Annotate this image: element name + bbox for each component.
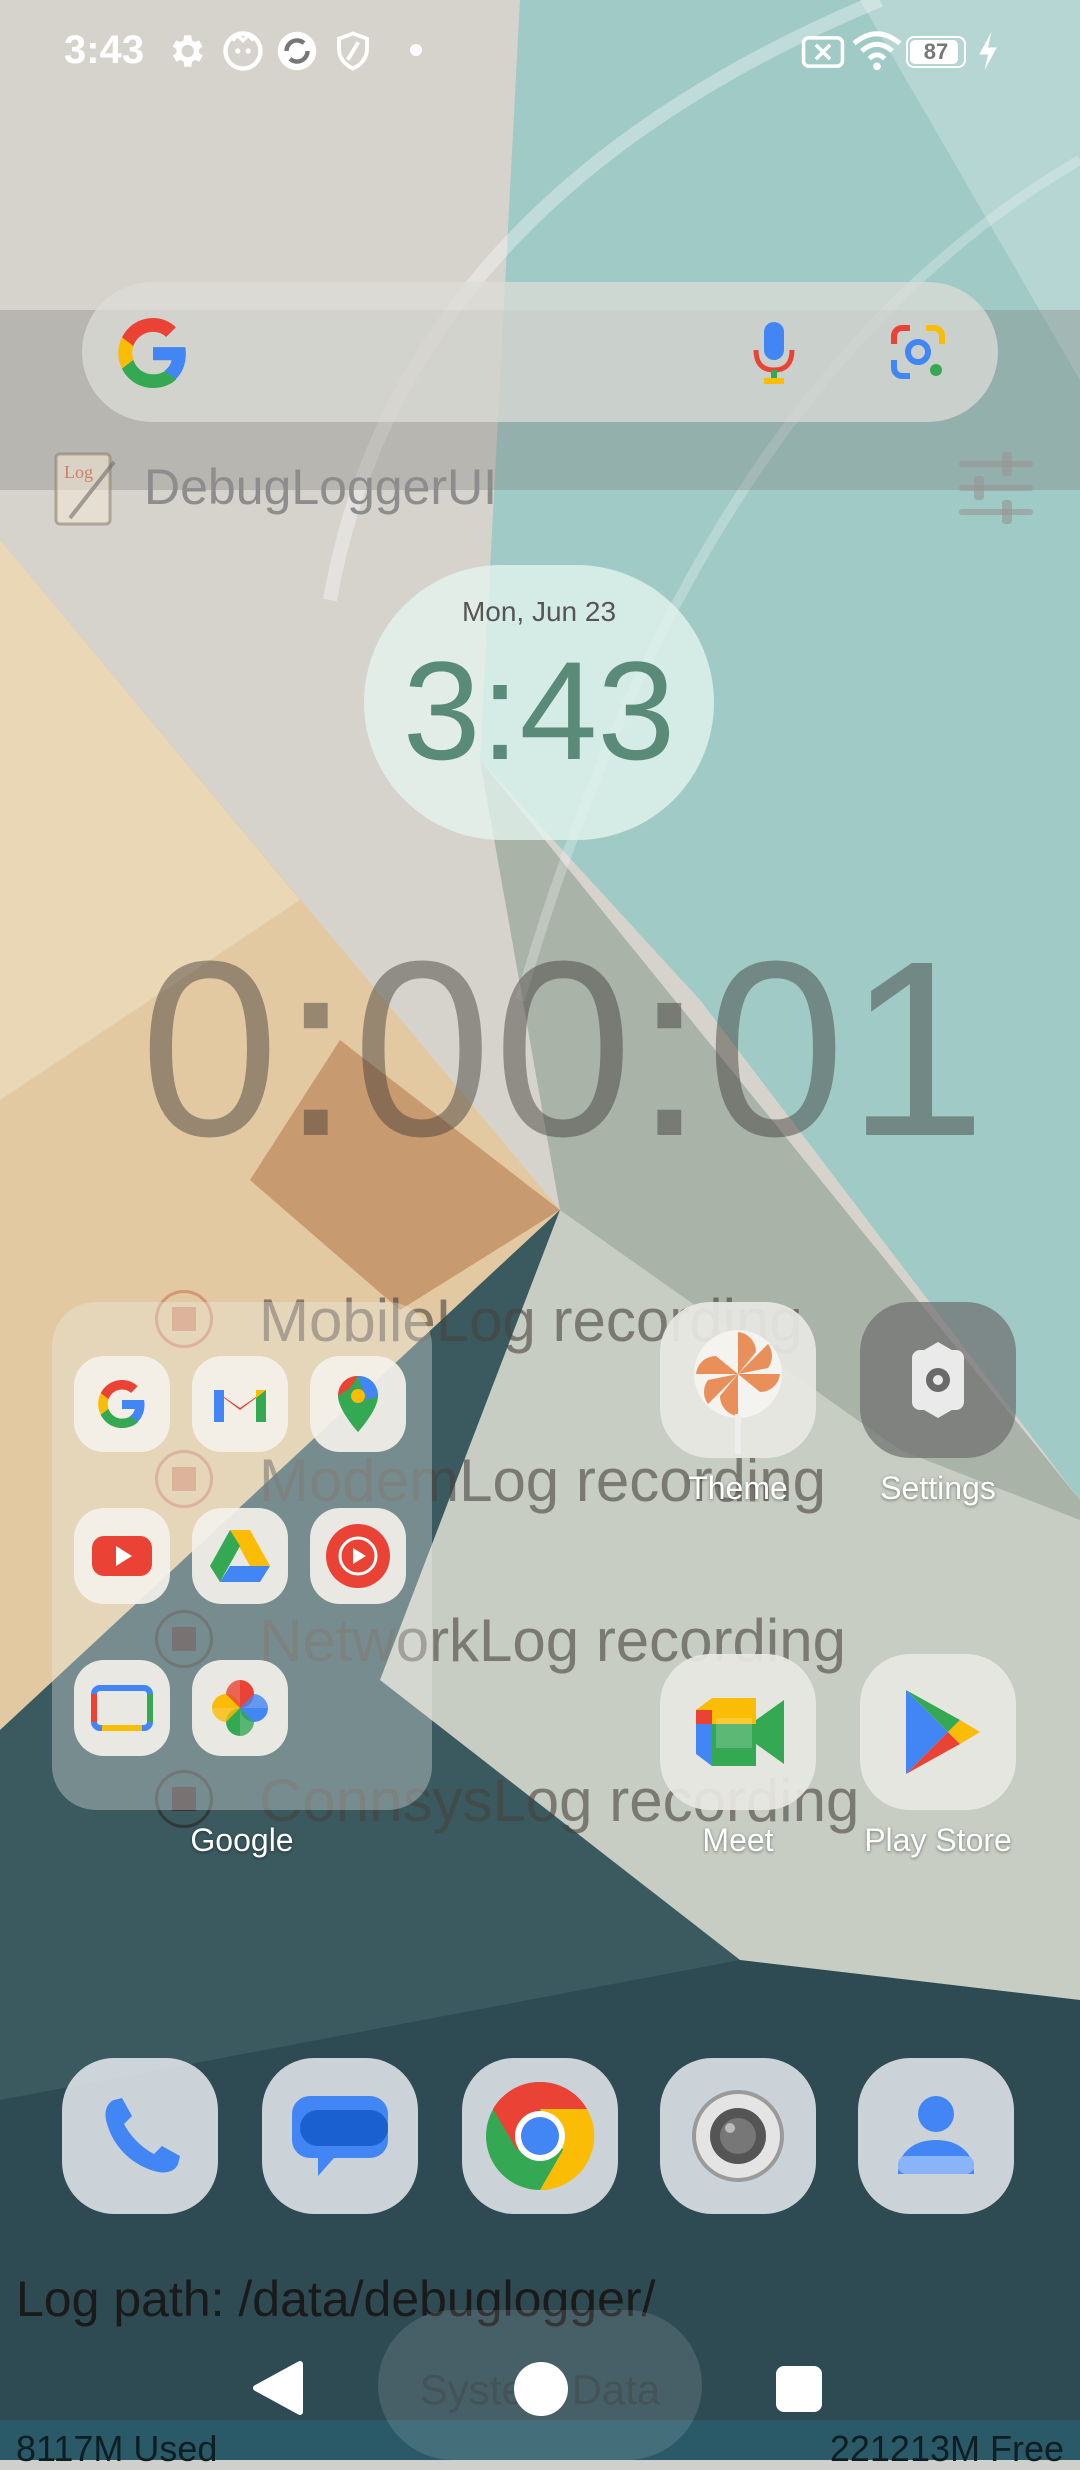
phone-app[interactable] <box>62 2058 218 2214</box>
settings-gear-icon <box>172 35 203 67</box>
sync-notification-icon <box>277 31 317 71</box>
phone-icon <box>105 2098 180 2173</box>
gmail-icon[interactable] <box>192 1356 288 1452</box>
home-button[interactable] <box>514 2362 568 2416</box>
more-notifications-dot <box>410 44 422 56</box>
recording-timer: 0:00:01 <box>140 909 989 1188</box>
clock-date: Mon, Jun 23 <box>461 596 617 627</box>
back-icon[interactable] <box>250 2358 306 2418</box>
youtube-icon[interactable] <box>74 1508 170 1604</box>
meet-app[interactable] <box>660 1654 816 1810</box>
status-bar: 3:43 87 <box>0 0 1080 110</box>
charging-bolt-icon <box>979 31 997 71</box>
play-store-icon <box>906 1690 980 1774</box>
maps-icon[interactable] <box>310 1356 406 1452</box>
google-tv-icon[interactable] <box>74 1660 170 1756</box>
settings-label: Settings <box>880 1470 996 1506</box>
wifi-icon <box>852 31 902 71</box>
contacts-app[interactable] <box>858 2058 1014 2214</box>
microphone-icon[interactable] <box>752 320 796 386</box>
shield-icon <box>337 31 369 71</box>
chrome-icon <box>486 2081 595 2191</box>
recents-button[interactable] <box>776 2366 822 2412</box>
battery-level: 87 <box>923 39 949 64</box>
google-icon[interactable] <box>74 1356 170 1452</box>
clock-time: 3:43 <box>402 632 676 789</box>
theme-app[interactable] <box>660 1302 816 1458</box>
photos-icon[interactable] <box>192 1660 288 1756</box>
play-store-label: Play Store <box>864 1822 1012 1858</box>
camera-icon <box>692 2090 784 2182</box>
theme-label: Theme <box>688 1470 788 1506</box>
battery-icon: 87 <box>906 36 966 68</box>
meet-label: Meet <box>702 1822 774 1858</box>
messages-app[interactable] <box>262 2058 418 2214</box>
svg-text:Log: Log <box>64 462 93 482</box>
messages-icon <box>292 2096 388 2176</box>
youtube-music-icon[interactable] <box>310 1508 406 1604</box>
debuglogger-title: DebugLoggerUI <box>144 459 498 515</box>
google-search-bar[interactable] <box>82 282 998 422</box>
log-app-icon: Log <box>54 452 116 526</box>
mascot-notification-icon <box>223 31 263 71</box>
settings-app[interactable] <box>860 1302 1016 1458</box>
storage-free: 221213M Free <box>829 2428 1064 2469</box>
settings-icon <box>912 1342 964 1418</box>
chrome-app[interactable] <box>462 2058 618 2214</box>
lollipop-icon <box>694 1330 782 1454</box>
meet-icon <box>696 1698 784 1766</box>
storage-used: 8117M Used <box>16 2428 218 2469</box>
google-g-icon <box>118 318 186 388</box>
status-time: 3:43 <box>64 28 145 72</box>
contacts-icon <box>898 2096 974 2174</box>
camera-app[interactable] <box>660 2058 816 2214</box>
no-sim-icon <box>801 36 845 68</box>
google-folder-label: Google <box>190 1822 294 1858</box>
drive-icon[interactable] <box>192 1508 288 1604</box>
settings-sliders-icon[interactable] <box>958 450 1034 526</box>
google-lens-icon[interactable] <box>886 320 950 384</box>
play-store-app[interactable] <box>860 1654 1016 1810</box>
